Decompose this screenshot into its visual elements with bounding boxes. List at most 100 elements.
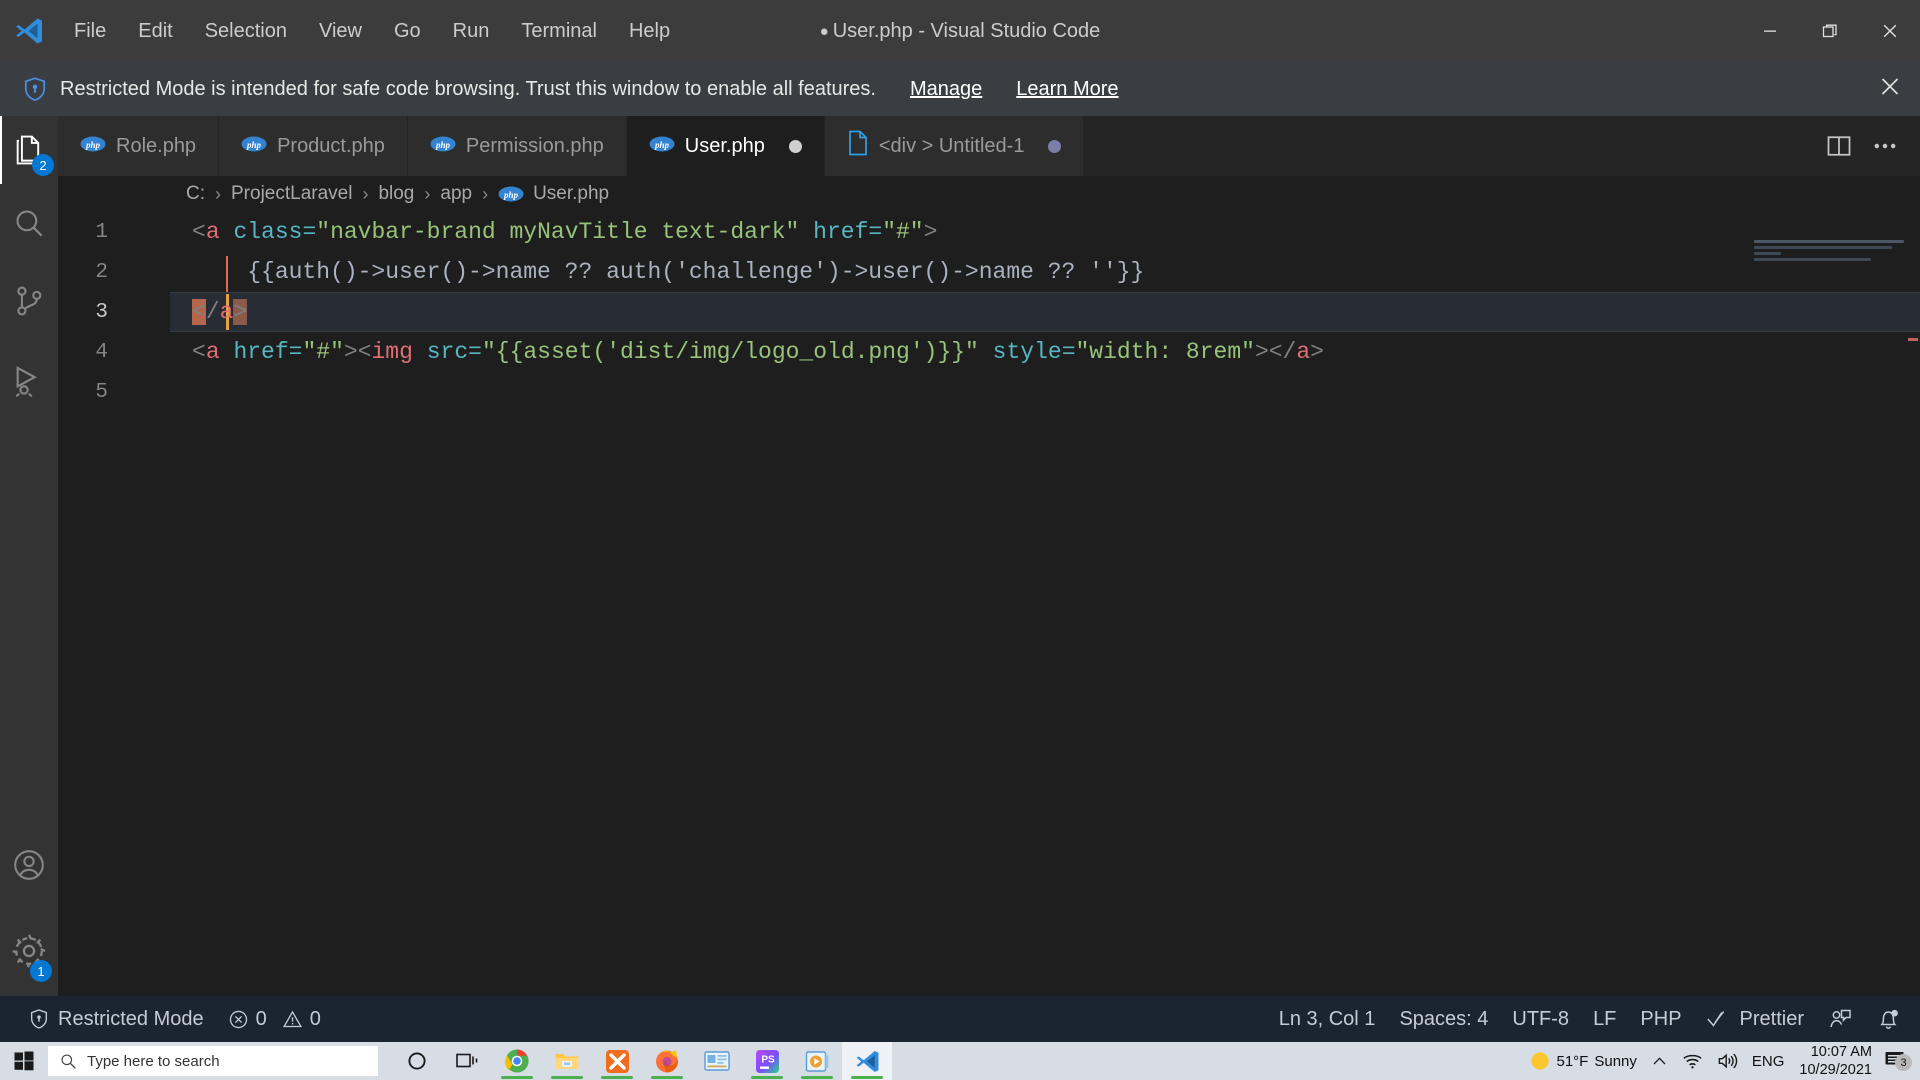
tray-language[interactable]: ENG bbox=[1745, 1042, 1792, 1080]
start-button[interactable] bbox=[0, 1042, 48, 1080]
sidebar-item-search[interactable] bbox=[0, 184, 58, 262]
taskbar-app-presentation[interactable] bbox=[692, 1042, 742, 1080]
wifi-icon[interactable] bbox=[1675, 1042, 1710, 1080]
status-live-share[interactable] bbox=[1816, 996, 1864, 1042]
minimap-line bbox=[1754, 252, 1781, 255]
taskbar-app-media-player[interactable] bbox=[792, 1042, 842, 1080]
php-icon: php bbox=[649, 135, 675, 158]
breadcrumb-part-projectlaravel[interactable]: ProjectLaravel bbox=[231, 183, 352, 205]
menu-edit[interactable]: Edit bbox=[122, 13, 188, 49]
restricted-mode-banner: Restricted Mode is intended for safe cod… bbox=[0, 62, 1920, 116]
tab-label: User.php bbox=[684, 134, 765, 157]
status-cursor-position[interactable]: Ln 3, Col 1 bbox=[1267, 996, 1388, 1042]
breadcrumb-part-drive[interactable]: C: bbox=[186, 183, 205, 205]
status-problems[interactable]: 0 0 bbox=[216, 996, 333, 1042]
code-editor[interactable]: 1 <a class="navbar-brand myNavTitle text… bbox=[58, 212, 1920, 996]
cortana-circle-icon[interactable] bbox=[392, 1042, 442, 1080]
line-content: <a href="#"><img src="{{asset('dist/img/… bbox=[192, 339, 1324, 365]
breadcrumb-part-app[interactable]: app bbox=[440, 183, 472, 205]
tray-clock[interactable]: 10:07 AM 10/29/2021 bbox=[1791, 1043, 1880, 1079]
line-number: 1 bbox=[95, 220, 108, 244]
error-circle-icon bbox=[228, 1009, 249, 1030]
notification-count-badge: 3 bbox=[1895, 1054, 1912, 1071]
more-actions-icon[interactable] bbox=[1866, 127, 1904, 165]
tab-role-php[interactable]: php Role.php bbox=[58, 116, 220, 176]
menu-file[interactable]: File bbox=[58, 13, 122, 49]
window-controls bbox=[1740, 0, 1920, 62]
speaker-icon[interactable] bbox=[1710, 1042, 1745, 1080]
taskbar-app-file-explorer[interactable] bbox=[542, 1042, 592, 1080]
vscode-logo-icon bbox=[0, 0, 58, 62]
sidebar-item-settings[interactable]: 1 bbox=[0, 906, 58, 996]
status-eol[interactable]: LF bbox=[1581, 996, 1628, 1042]
settings-badge: 1 bbox=[30, 960, 52, 982]
taskbar-search-input[interactable]: Type here to search bbox=[48, 1046, 378, 1076]
tab-dirty-indicator[interactable] bbox=[1048, 139, 1062, 153]
tray-weather[interactable]: 51°F Sunny bbox=[1522, 1042, 1644, 1080]
taskbar-app-google-chrome[interactable] bbox=[492, 1042, 542, 1080]
minimize-button[interactable] bbox=[1740, 0, 1800, 62]
taskbar-app-visual-studio-code[interactable] bbox=[842, 1042, 892, 1080]
bell-dot-icon bbox=[1876, 1007, 1900, 1031]
code-line: 5 bbox=[58, 372, 1920, 412]
status-error-count: 0 bbox=[255, 1007, 267, 1030]
code-line: 4 <a href="#"><img src="{{asset('dist/im… bbox=[58, 332, 1920, 372]
window-title-text: User.php - Visual Studio Code bbox=[832, 19, 1101, 42]
tab-label: Permission.php bbox=[465, 134, 604, 157]
close-button[interactable] bbox=[1860, 0, 1920, 62]
status-indentation[interactable]: Spaces: 4 bbox=[1387, 996, 1500, 1042]
tab-product-php[interactable]: php Product.php bbox=[219, 116, 408, 176]
tab-permission-php[interactable]: php Permission.php bbox=[407, 116, 627, 176]
minimap[interactable] bbox=[1754, 240, 1904, 280]
sun-icon bbox=[1529, 1050, 1551, 1072]
menu-bar: File Edit Selection View Go Run Terminal… bbox=[58, 13, 686, 49]
minimap-line bbox=[1754, 240, 1904, 243]
status-bar: Restricted Mode 0 0 Ln 3, Col 1 Spaces: … bbox=[0, 996, 1920, 1042]
breadcrumb-part-file[interactable]: User.php bbox=[533, 183, 609, 205]
sidebar-item-explorer[interactable]: 2 bbox=[0, 116, 58, 184]
tab-label: Role.php bbox=[116, 134, 197, 157]
notification-icon[interactable]: 3 bbox=[1880, 1049, 1914, 1073]
breadcrumb-separator: › bbox=[362, 183, 369, 204]
php-icon: php bbox=[498, 186, 524, 202]
tab-untitled-1[interactable]: <div > Untitled-1 bbox=[824, 116, 1085, 176]
chevron-up-icon[interactable] bbox=[1644, 1042, 1675, 1080]
sidebar-item-accounts[interactable] bbox=[0, 824, 58, 906]
svg-text:php: php bbox=[435, 139, 451, 149]
sidebar-item-run-and-debug[interactable] bbox=[0, 340, 58, 420]
status-restricted-mode[interactable]: Restricted Mode bbox=[16, 996, 216, 1042]
status-encoding[interactable]: UTF-8 bbox=[1500, 996, 1581, 1042]
status-formatter[interactable]: Prettier bbox=[1694, 996, 1816, 1042]
task-view-icon[interactable] bbox=[442, 1042, 492, 1080]
menu-run[interactable]: Run bbox=[437, 13, 506, 49]
taskbar-app-phpstorm[interactable]: PS bbox=[742, 1042, 792, 1080]
menu-terminal[interactable]: Terminal bbox=[505, 13, 613, 49]
breadcrumb: C: › ProjectLaravel › blog › app › php U… bbox=[58, 176, 1920, 212]
menu-selection[interactable]: Selection bbox=[189, 13, 303, 49]
svg-text:php: php bbox=[85, 139, 101, 149]
sidebar-item-source-control[interactable] bbox=[0, 262, 58, 340]
tab-label: Product.php bbox=[277, 134, 385, 157]
manage-link[interactable]: Manage bbox=[910, 78, 982, 101]
activity-bar: 2 1 bbox=[0, 116, 58, 996]
learn-more-link[interactable]: Learn More bbox=[1016, 78, 1118, 101]
system-tray: 51°F Sunny ENG 10:07 AM 10/29/2021 3 bbox=[1522, 1042, 1920, 1080]
line-number: 3 bbox=[95, 300, 108, 324]
breadcrumb-separator: › bbox=[215, 183, 221, 204]
menu-view[interactable]: View bbox=[303, 13, 378, 49]
menu-help[interactable]: Help bbox=[613, 13, 686, 49]
tab-user-php[interactable]: php User.php bbox=[626, 116, 825, 176]
tray-date: 10/29/2021 bbox=[1799, 1062, 1872, 1078]
breadcrumb-separator: › bbox=[482, 183, 489, 204]
maximize-restore-button[interactable] bbox=[1800, 0, 1860, 62]
tab-dirty-indicator[interactable] bbox=[788, 139, 802, 153]
breadcrumb-part-blog[interactable]: blog bbox=[378, 183, 414, 205]
status-notifications[interactable] bbox=[1864, 996, 1920, 1042]
banner-close-icon[interactable] bbox=[1878, 75, 1902, 104]
status-language-mode[interactable]: PHP bbox=[1628, 996, 1693, 1042]
taskbar-app-firefox[interactable] bbox=[642, 1042, 692, 1080]
tray-time: 10:07 AM bbox=[1810, 1043, 1872, 1060]
split-editor-icon[interactable] bbox=[1820, 127, 1858, 165]
taskbar-app-xampp[interactable] bbox=[592, 1042, 642, 1080]
menu-go[interactable]: Go bbox=[378, 13, 437, 49]
